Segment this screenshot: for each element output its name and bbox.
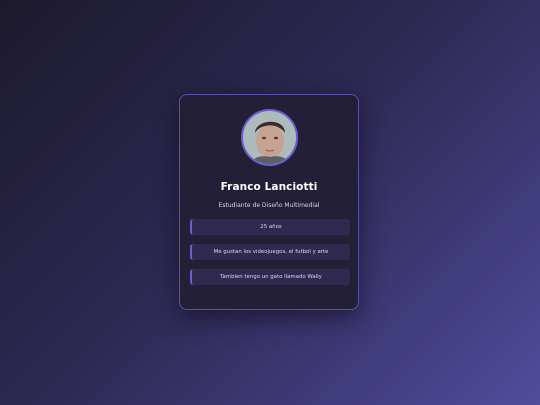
profile-photo-icon	[243, 111, 296, 164]
info-item-hobbies: Me gustan los videojuegos, el futbol y a…	[190, 244, 350, 260]
info-item-age: 25 años	[190, 219, 350, 235]
profile-role: Estudiante de Diseño Multimedial	[218, 202, 320, 209]
profile-card: Franco Lanciotti Estudiante de Diseño Mu…	[179, 94, 359, 310]
info-item-cat: Tambien tengo un gato llamado Wally	[190, 269, 350, 285]
avatar	[241, 109, 298, 166]
profile-name: Franco Lanciotti	[220, 181, 318, 193]
